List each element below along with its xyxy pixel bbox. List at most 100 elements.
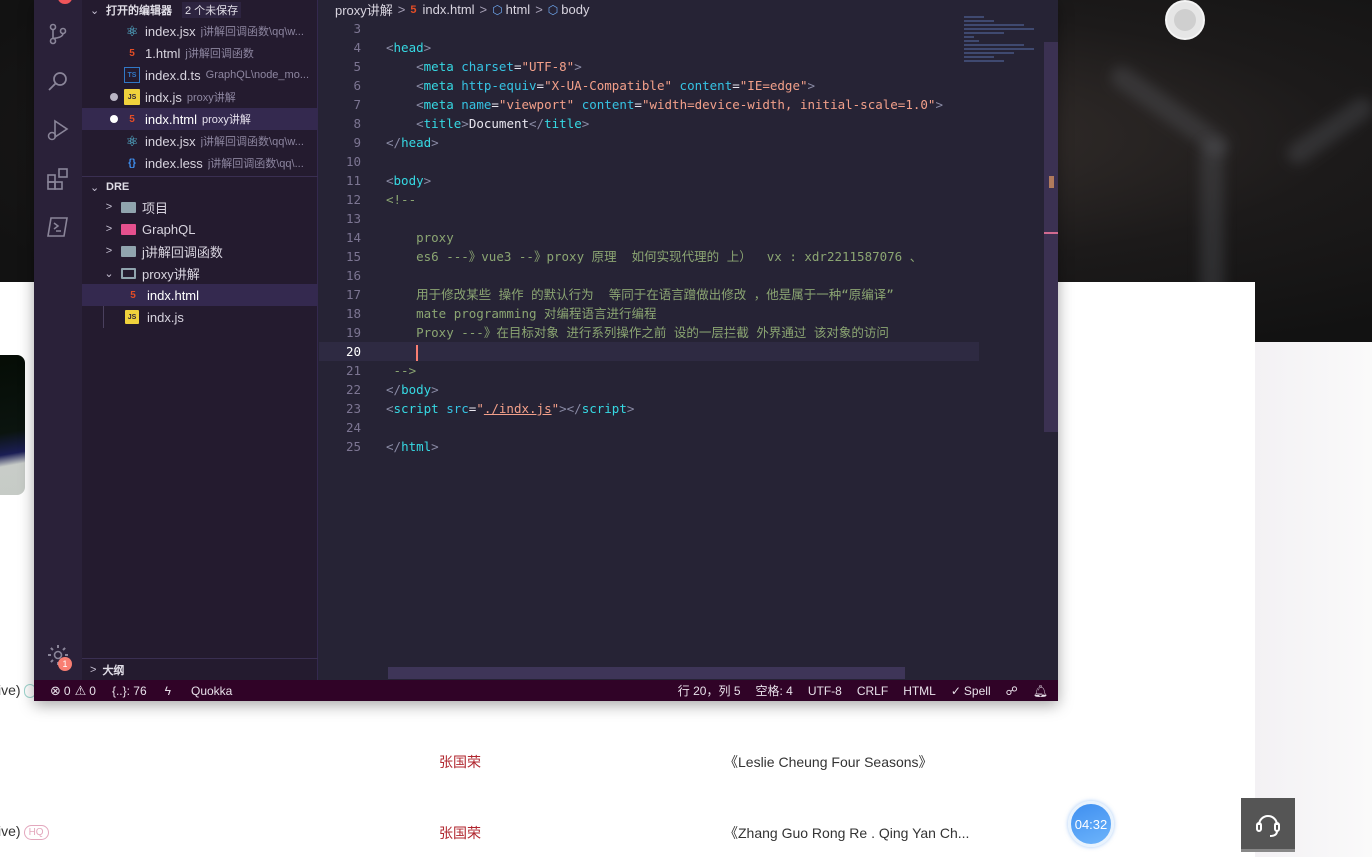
song-row[interactable]: ive) HQ [0,823,49,840]
line-content: mate programming 对编程语言进行编程 [386,304,656,323]
code-line[interactable]: 15 es6 ---》vue3 --》proxy 原理 如何实现代理的 上） v… [319,247,979,266]
code-line[interactable]: 22 </body> [319,380,979,399]
tree-folder[interactable]: > 项目 [82,196,318,218]
code-line[interactable]: 11 <body> [319,171,979,190]
run-debug-icon[interactable] [46,118,70,142]
bracket-indicator[interactable]: {..}: 76 [112,684,147,698]
open-editor-item[interactable]: {} index.less j讲解回调函数\qq\... [82,152,318,174]
code-line[interactable]: 16 [319,266,979,285]
tree-folder[interactable]: > GraphQL [82,218,318,240]
code-line[interactable]: 4 <head> [319,38,979,57]
line-number: 23 [345,401,361,416]
open-editors-header[interactable]: ⌄ 打开的编辑器 2 个未保存 [82,0,318,20]
code-line[interactable]: 21 --> [319,361,979,380]
code-line[interactable]: 24 [319,418,979,437]
file-name: index.less [145,155,203,171]
song-album[interactable]: 《Leslie Cheung Four Seasons》 [724,752,933,772]
open-editors-title: 打开的编辑器 [106,5,172,17]
breadcrumb: proxy讲解 > 5 indx.html > ⬡ html > ⬡ body [335,0,589,19]
open-editor-item[interactable]: JS indx.js proxy讲解 [82,86,318,108]
indentation[interactable]: 空格: 4 [756,682,793,699]
breadcrumb-folder[interactable]: proxy讲解 [335,0,393,19]
code-line[interactable]: 14 proxy [319,228,979,247]
code-line[interactable]: 25 </html> [319,437,979,456]
tree-file[interactable]: JS indx.js [82,306,318,328]
code-line[interactable]: 6 <meta http-equiv="X-UA-Compatible" con… [319,76,979,95]
quokka-button[interactable]: Quokka [191,684,232,698]
code-lines[interactable]: 3 4 <head> 5 <meta charset="UTF-8"> 6 <meta … [319,19,979,456]
notifications-bell-icon[interactable]: 🔔︎ [1033,684,1048,698]
language-mode[interactable]: HTML [903,684,936,698]
song-artist[interactable]: 张国荣 [439,752,481,772]
outline-header[interactable]: > 大纲 [82,658,318,680]
code-token: html [401,439,432,454]
code-editor[interactable]: proxy讲解 > 5 indx.html > ⬡ html > ⬡ body … [319,0,1058,680]
code-line[interactable]: 7 <meta name="viewport" content="width=d… [319,95,979,114]
song-artist[interactable]: 张国荣 [439,823,481,843]
code-token: = [536,78,545,93]
unsaved-dot-icon[interactable] [110,115,118,123]
cursor-position[interactable]: 行 20，列 5 [678,682,741,699]
extensions-icon[interactable] [46,167,70,191]
song-row[interactable]: ive) [0,682,36,699]
album-thumbnail[interactable] [0,355,25,495]
terminal-icon[interactable] [46,215,70,239]
folder-name: j讲解回调函数 [142,244,223,260]
code-line[interactable]: 3 [319,19,979,38]
code-line[interactable]: 19 Proxy ---》在目标对象 进行系列操作之前 设的一层拦截 外界通过 … [319,323,979,342]
code-line-current[interactable]: 20 [319,342,979,361]
feedback-icon[interactable]: ☍ [1006,684,1018,698]
code-line[interactable]: 5 <meta charset="UTF-8"> [319,57,979,76]
code-token: > [461,116,469,131]
minimap[interactable] [964,16,1044,76]
horizontal-scrollbar[interactable] [388,667,905,679]
user-avatar[interactable] [1165,0,1205,40]
breadcrumb-file[interactable]: indx.html [423,2,475,17]
line-ending[interactable]: CRLF [857,684,888,698]
workspace-header[interactable]: ⌄ DRE [82,176,318,197]
vertical-scrollbar[interactable] [1044,42,1058,432]
source-control-icon[interactable] [46,22,70,46]
chevron-right-icon: > [105,201,113,213]
code-line[interactable]: 17 用于修改某些 操作 的默认行为 等同于在语言蹭做出修改 ，他是属于一种“原… [319,285,979,304]
breadcrumb-symbol[interactable]: html [506,2,531,17]
open-editor-item[interactable]: ⚛ index.jsx j讲解回调函数\qq\w... [82,130,318,152]
song-album[interactable]: 《Zhang Guo Rong Re . Qing Yan Ch... [724,823,969,843]
settings-badge: 1 [58,657,72,671]
lightning-icon[interactable]: ϟ [165,684,171,698]
code-token: </ [529,116,545,131]
code-line[interactable]: 13 [319,209,979,228]
code-token: > [423,173,432,188]
code-token: < [386,40,394,55]
code-line[interactable]: 18 mate programming 对编程语言进行编程 [319,304,979,323]
problems-indicator[interactable]: ⊗ 0 ⚠ 0 [50,683,96,699]
open-editor-item[interactable]: 5 1.html j讲解回调函数 [82,42,318,64]
search-icon[interactable] [46,70,70,94]
tree-folder[interactable]: > j讲解回调函数 [82,240,318,262]
tree-file-active[interactable]: 5 indx.html [82,284,318,306]
code-line[interactable]: 9 </head> [319,133,979,152]
breadcrumb-symbol[interactable]: body [561,2,589,17]
chevron-down-icon: ⌄ [90,181,100,194]
code-token: title [544,116,582,131]
line-number: 10 [345,154,361,169]
line-number: 19 [345,325,361,340]
code-token: script [393,401,447,416]
file-path: proxy讲解 [186,92,236,104]
code-line[interactable]: 10 [319,152,979,171]
code-line[interactable]: 23 <script src="./indx.js"></script> [319,399,979,418]
timer-bubble[interactable]: 04:32 [1068,801,1114,847]
code-token: < [386,173,394,188]
tree-folder-expanded[interactable]: ⌄ proxy讲解 [82,262,318,284]
open-editor-item[interactable]: TS index.d.ts GraphQL\node_mo... [82,64,318,86]
unsaved-dot-icon[interactable] [110,93,118,101]
code-line[interactable]: 12 <!-- [319,190,979,209]
open-editor-item-active[interactable]: 5 indx.html proxy讲解 [82,108,318,130]
code-token: head [401,135,432,150]
code-line[interactable]: 8 <title>Document</title> [319,114,979,133]
open-editor-item[interactable]: ⚛ index.jsx j讲解回调函数\qq\w... [82,20,318,42]
encoding[interactable]: UTF-8 [808,684,842,698]
customer-support-button[interactable] [1241,798,1295,852]
code-token: meta [423,78,462,93]
spell-check[interactable]: ✓ Spell [951,684,991,698]
